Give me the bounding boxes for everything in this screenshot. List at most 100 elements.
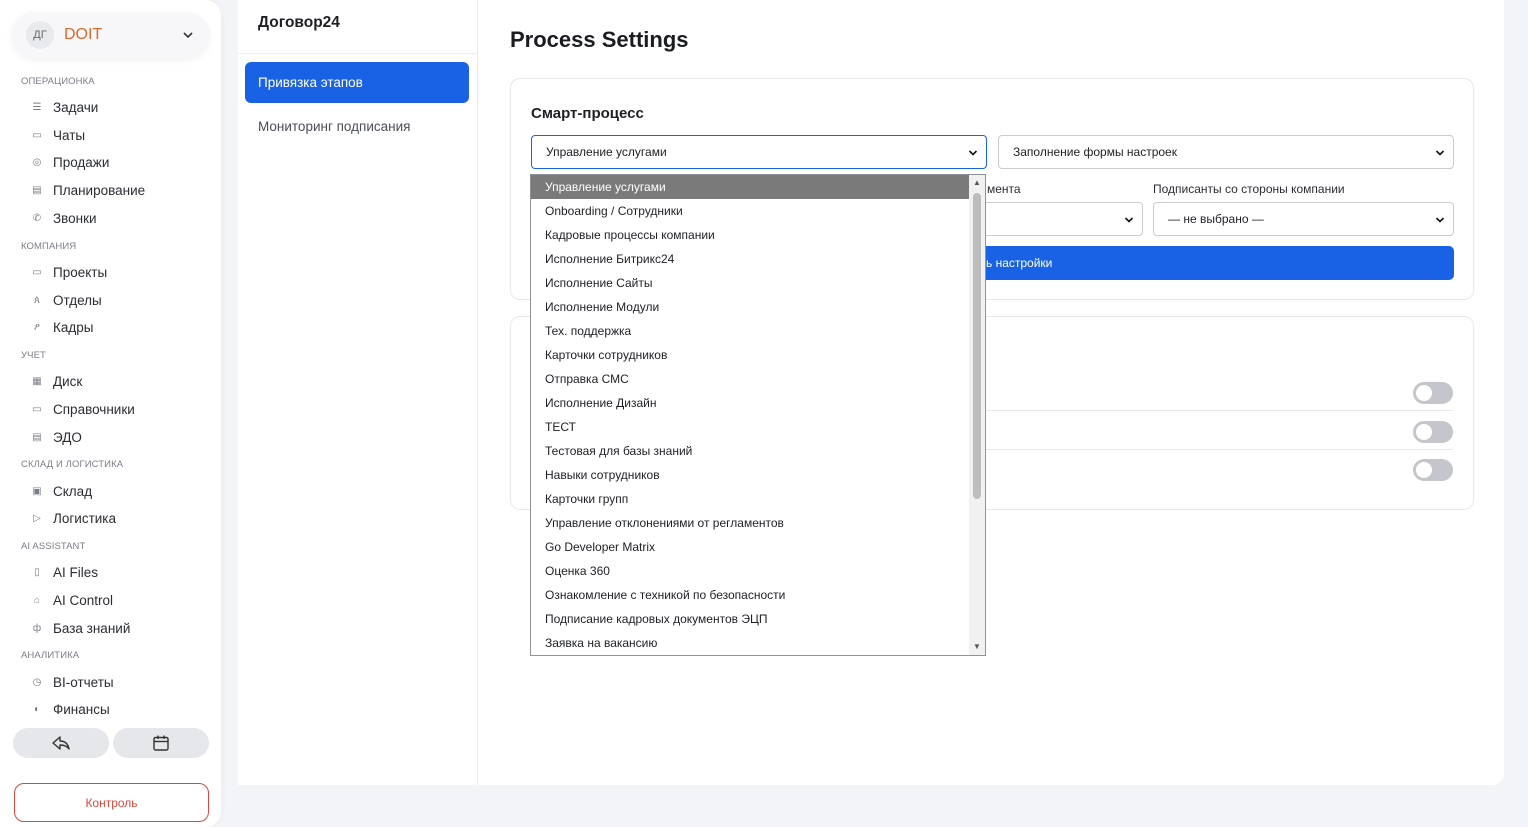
dropdown-option[interactable]: Карточки сотрудников [531, 343, 970, 367]
dropdown-option[interactable]: Подписание кадровых документов ЭЦП [531, 607, 970, 631]
dropdown-option[interactable]: Onboarding / Сотрудники [531, 199, 970, 223]
option-toggle[interactable] [1413, 459, 1453, 481]
chevron-down-icon [183, 32, 193, 39]
sidebar-item-label: AI Files [53, 564, 99, 580]
sidebar-item-label: Задачи [53, 99, 99, 115]
dropdown-option[interactable]: Исполнение Битрикс24 [531, 247, 970, 271]
sidebar-item-label: AI Control [53, 592, 114, 608]
dropdown-option[interactable]: Go Developer Matrix [531, 535, 970, 559]
sidebar-item-label: Финансы [53, 701, 110, 717]
sidebar-item-sales[interactable]: ◎ Продажи [31, 151, 110, 173]
chat-icon: ▭ [32, 129, 42, 141]
sidebar-item-label: Отделы [53, 292, 102, 308]
dropdown-option[interactable]: Оценка 360 [531, 559, 970, 583]
sidebar-item-knowledge[interactable]: ф База знаний [31, 617, 130, 639]
sidebar-item-planning[interactable]: ▤ Планирование [31, 179, 145, 201]
sidebar-item-label: Кадры [53, 319, 94, 335]
org-avatar: ДГ [26, 21, 54, 49]
calendar-icon: ▤ [32, 184, 42, 196]
sidebar-item-ai-files[interactable]: ▯ AI Files [31, 561, 98, 583]
sidebar-item-label: ЭДО [53, 429, 82, 445]
dropdown-scrollbar[interactable]: ▲ ▼ [969, 175, 985, 655]
dropdown-option[interactable]: Исполнение Дизайн [531, 391, 970, 415]
chevron-down-icon [1124, 217, 1134, 223]
scroll-thumb[interactable] [973, 193, 981, 499]
sidebar-item-chats[interactable]: ▭ Чаты [31, 124, 85, 146]
process-dropdown-list[interactable]: Управление услугами Onboarding / Сотрудн… [530, 174, 986, 656]
scroll-up-icon[interactable]: ▲ [973, 179, 981, 187]
save-button-label: ь настройки [986, 256, 1053, 270]
dropdown-option[interactable]: Навыки сотрудников [531, 463, 970, 487]
send-icon: ▷ [33, 512, 41, 524]
sidebar-item-disk[interactable]: ▦ Диск [31, 370, 82, 392]
calendar-button[interactable] [113, 728, 209, 758]
sidebar-item-label: База знаний [53, 620, 131, 636]
sidebar-item-label: Проекты [53, 264, 108, 280]
stage-select-value: Заполнение формы настроек [1013, 145, 1177, 159]
app-title: Договор24 [258, 14, 340, 31]
sidebar: ДГ DOIT ОПЕРАЦИОНКА ☰ Задачи ▭ Чаты ◎ Прода… [0, 0, 221, 827]
sidebar-item-logistics[interactable]: ▷ Логистика [31, 507, 116, 529]
stage-select[interactable]: Заполнение формы настроек [998, 135, 1454, 169]
app-submenu: Договор24 Привязка этапов Мониторинг под… [238, 0, 478, 785]
dropdown-option[interactable]: Тестовая для базы знаний [531, 439, 970, 463]
signers-select[interactable]: — не выбрано — [1153, 202, 1454, 236]
dropdown-option[interactable]: Управление отклонениями от регламентов [531, 511, 970, 535]
dropdown-option[interactable]: Управление услугами [531, 175, 970, 199]
sidebar-item-projects[interactable]: ▭ Проекты [31, 261, 107, 283]
tab-stage-binding[interactable]: Привязка этапов [245, 62, 469, 103]
book-icon: ▭ [32, 403, 42, 415]
chevron-down-icon [968, 150, 978, 156]
dropdown-option[interactable]: Заявка на вакансию [531, 631, 970, 655]
sidebar-item-label: Звонки [53, 210, 97, 226]
scroll-down-icon[interactable]: ▼ [973, 643, 981, 651]
sidebar-item-label: BI-отчеты [53, 674, 114, 690]
reply-icon [52, 736, 70, 750]
dropdown-option[interactable]: ТЕСТ [531, 415, 970, 439]
section-warehouse: СКЛАД И ЛОГИСТИКА [21, 459, 124, 470]
option-toggle[interactable] [1413, 382, 1453, 404]
database-icon: ▦ [32, 375, 42, 387]
sidebar-item-label: Планирование [53, 182, 146, 198]
process-select-value: Управление услугами [546, 145, 667, 159]
sidebar-item-staff[interactable]: ዖ Кадры [31, 316, 93, 338]
card-title: Смарт-процесс [531, 105, 644, 122]
dropdown-option[interactable]: Кадровые процессы компании [531, 223, 970, 247]
dropdown-option[interactable]: Исполнение Сайты [531, 271, 970, 295]
sidebar-item-tasks[interactable]: ☰ Задачи [31, 96, 99, 118]
dropdown-option[interactable]: Тех. поддержка [531, 319, 970, 343]
section-ai: AI ASSISTANT [21, 541, 86, 552]
option-toggle[interactable] [1413, 421, 1453, 443]
sidebar-item-warehouse[interactable]: ▣ Склад [31, 480, 92, 502]
sidebar-item-edo[interactable]: ▤ ЭДО [31, 426, 82, 448]
back-button[interactable] [13, 728, 109, 758]
divider [238, 53, 477, 54]
sidebar-item-label: Логистика [53, 510, 117, 526]
save-settings-button[interactable]: ь настройки [967, 246, 1454, 280]
signers-select-value: — не выбрано — [1168, 212, 1264, 226]
dropdown-option[interactable]: Ознакомление с техникой по безопасности [531, 583, 970, 607]
sidebar-item-directories[interactable]: ▭ Справочники [31, 398, 135, 420]
dropdown-option[interactable]: Карточки групп [531, 487, 970, 511]
sidebar-item-departments[interactable]: ጰ Отделы [31, 289, 102, 311]
phone-icon: ✆ [32, 212, 42, 224]
sidebar-item-calls[interactable]: ✆ Звонки [31, 207, 97, 229]
dropdown-option[interactable]: Отправка СМС [531, 367, 970, 391]
document-select[interactable] [967, 202, 1143, 236]
gauge-icon: ◐ [33, 703, 41, 715]
sidebar-item-bi[interactable]: ◷ BI-отчеты [31, 671, 114, 693]
section-ops: ОПЕРАЦИОНКА [21, 76, 95, 87]
sidebar-item-ai-control[interactable]: ⌂ AI Control [31, 589, 113, 611]
file-icon: ▯ [34, 566, 40, 578]
tab-signing-monitoring[interactable]: Мониторинг подписания [245, 106, 469, 147]
box-icon: ▣ [32, 485, 42, 497]
dropdown-option[interactable]: Исполнение Модули [531, 295, 970, 319]
control-button[interactable]: Контроль [14, 783, 209, 822]
section-analytics: АНАЛИТИКА [21, 650, 80, 661]
process-select[interactable]: Управление услугами [531, 135, 987, 169]
sidebar-item-finance[interactable]: ◐ Финансы [31, 698, 110, 720]
list-icon: ☰ [32, 101, 42, 113]
page-title: Process Settings [510, 27, 689, 52]
folder-icon: ▭ [32, 266, 42, 278]
org-switcher[interactable]: ДГ DOIT [12, 12, 209, 58]
